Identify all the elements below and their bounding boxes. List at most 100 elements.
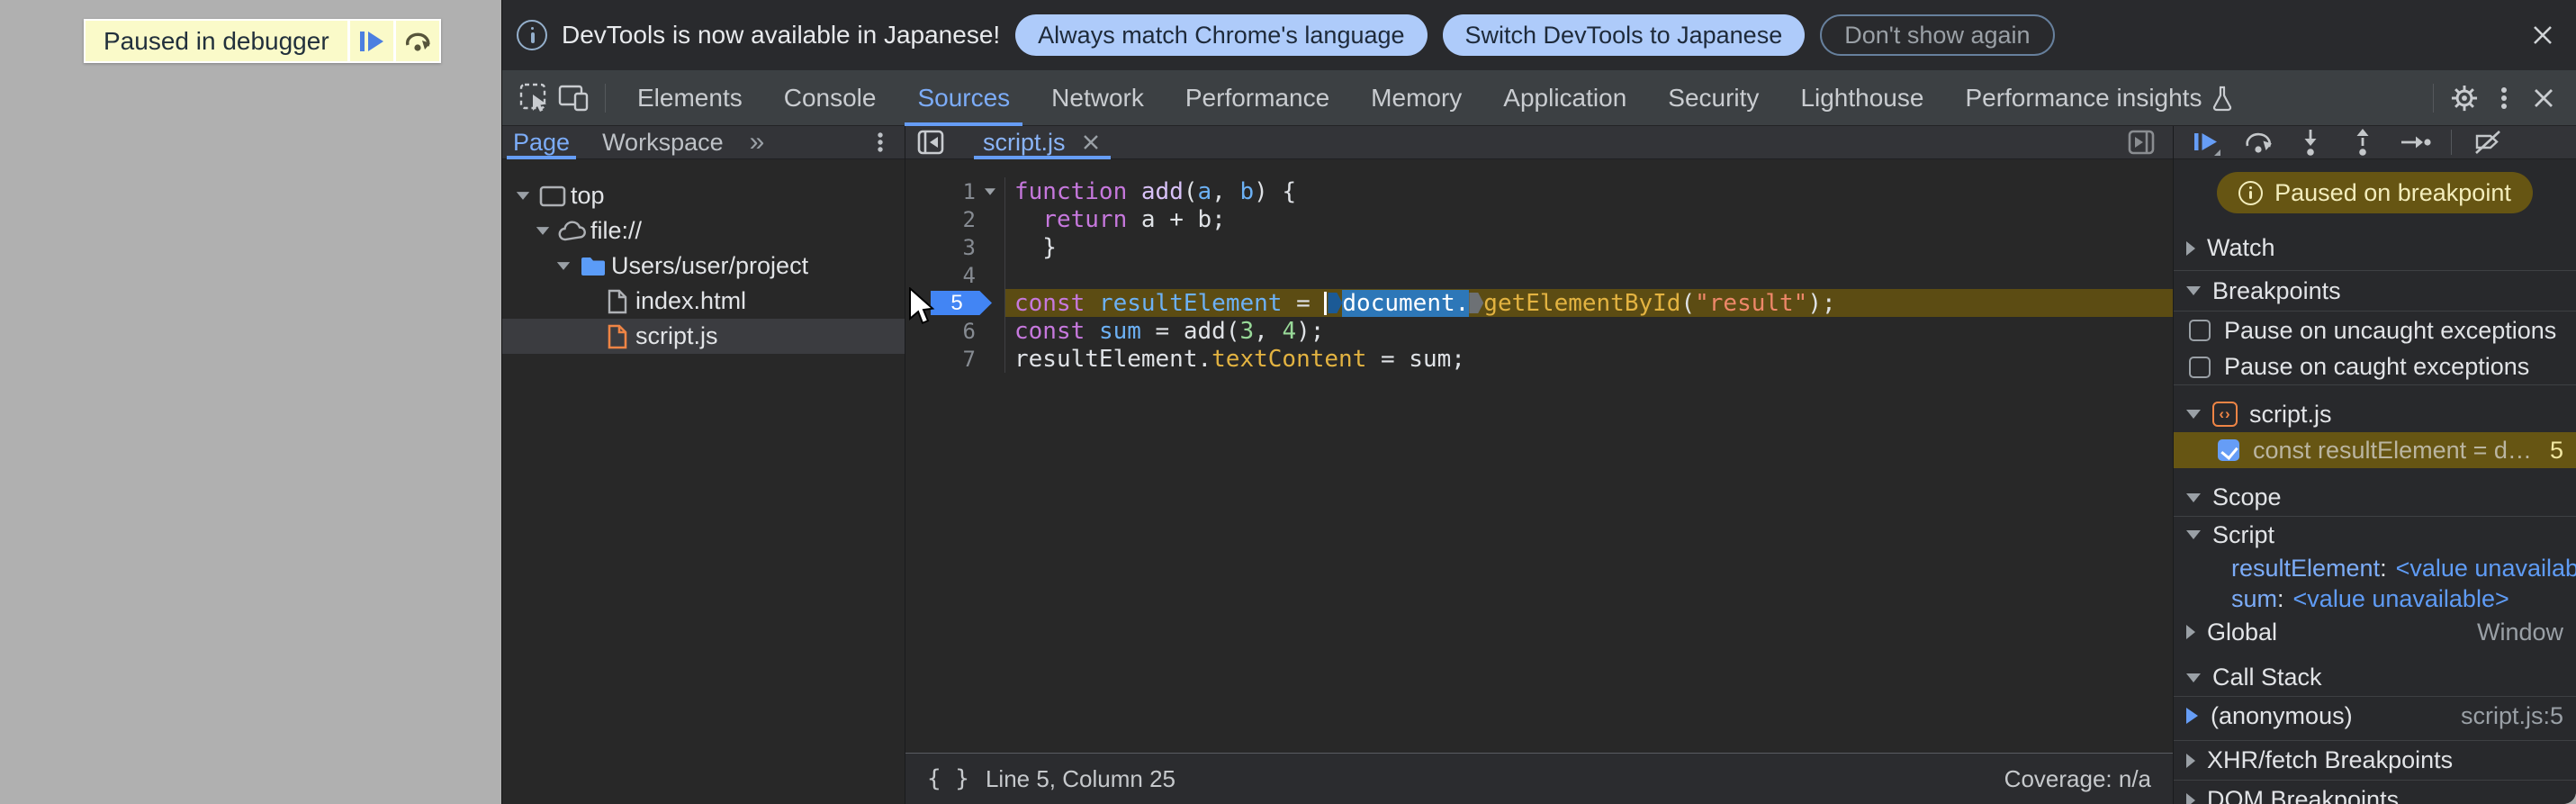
- navigator-more-options-button[interactable]: [869, 128, 892, 157]
- line-number[interactable]: 2: [905, 207, 976, 232]
- step-into-icon[interactable]: [2294, 127, 2327, 158]
- code-line-2[interactable]: 2 return a + b;: [905, 205, 2173, 233]
- tab-security[interactable]: Security: [1647, 70, 1779, 126]
- checkbox-row-pause-on-uncaught-exceptions[interactable]: Pause on uncaught exceptions: [2174, 312, 2576, 349]
- inspect-element-button[interactable]: [515, 78, 554, 118]
- scope-variable-sum[interactable]: sum: <value unavailable>: [2174, 583, 2576, 614]
- line-number[interactable]: 1: [905, 179, 976, 204]
- step-over-button[interactable]: [395, 21, 439, 61]
- scope-group-global[interactable]: Global Window: [2174, 614, 2576, 650]
- match-chrome-language-button[interactable]: Always match Chrome's language: [1015, 14, 1428, 56]
- step-over-icon[interactable]: [2242, 127, 2274, 158]
- infobar-close-button[interactable]: [2526, 18, 2560, 52]
- collapse-arrow-icon[interactable]: [2186, 286, 2201, 295]
- section-scope[interactable]: Scope: [2174, 479, 2576, 517]
- tab-performance[interactable]: Performance: [1165, 70, 1350, 126]
- expand-arrow-icon[interactable]: [531, 226, 554, 236]
- code-line-content[interactable]: }: [1004, 233, 2173, 261]
- collapse-arrow-icon[interactable]: [2186, 492, 2201, 502]
- tab-lighthouse[interactable]: Lighthouse: [1779, 70, 1944, 126]
- tab-sources[interactable]: Sources: [896, 70, 1031, 126]
- expand-arrow-icon[interactable]: [511, 191, 535, 201]
- breakpoint-group-scriptjs[interactable]: ‹› script.js: [2174, 396, 2576, 432]
- device-toolbar-button[interactable]: [554, 78, 594, 118]
- code-line-content[interactable]: return a + b;: [1004, 205, 2173, 233]
- tab-console[interactable]: Console: [763, 70, 897, 126]
- tab-network[interactable]: Network: [1031, 70, 1165, 126]
- expand-arrow-icon[interactable]: [2186, 240, 2195, 256]
- more-tabs-chevron-icon[interactable]: »: [750, 127, 765, 158]
- scope-group-script[interactable]: Script: [2174, 517, 2576, 553]
- fold-arrow-icon[interactable]: [976, 187, 1004, 196]
- tab-application[interactable]: Application: [1482, 70, 1647, 126]
- code-line-content[interactable]: [1004, 261, 2173, 289]
- checkbox-row-pause-on-caught-exceptions[interactable]: Pause on caught exceptions: [2174, 349, 2576, 385]
- section-title: XHR/fetch Breakpoints: [2207, 746, 2454, 773]
- expand-arrow-icon[interactable]: [552, 261, 575, 271]
- collapse-arrow-icon[interactable]: [2186, 673, 2201, 682]
- tab-memory[interactable]: Memory: [1350, 70, 1482, 126]
- continue-to-here-marker[interactable]: [1469, 293, 1484, 313]
- step-over-icon: [404, 29, 431, 54]
- breakpoint-entry[interactable]: const resultElement = doc⋯ 5: [2174, 432, 2576, 468]
- settings-button[interactable]: [2445, 78, 2484, 118]
- tree-item-users-user-project[interactable]: Users/user/project: [502, 248, 905, 284]
- hide-debugger-sidebar-button[interactable]: [2126, 127, 2157, 158]
- collapse-arrow-icon[interactable]: [2186, 410, 2201, 419]
- more-options-button[interactable]: [2484, 78, 2524, 118]
- line-number[interactable]: 7: [905, 347, 976, 372]
- checkbox[interactable]: [2189, 320, 2211, 341]
- tree-item-script-js[interactable]: script.js: [502, 319, 905, 354]
- info-icon: [2238, 180, 2264, 205]
- expand-arrow-icon[interactable]: [2186, 753, 2195, 768]
- deactivate-breakpoints-icon[interactable]: [2472, 127, 2504, 158]
- code-editor[interactable]: 1 function add(a, b) {2 return a + b; 3 } 4…: [905, 159, 2173, 753]
- code-line-6[interactable]: 6 const sum = add(3, 4);: [905, 317, 2173, 345]
- section-xhr-fetch-breakpoints[interactable]: XHR/fetch Breakpoints: [2174, 740, 2576, 780]
- step-out-icon[interactable]: [2346, 127, 2379, 158]
- section-call-stack[interactable]: Call Stack: [2174, 659, 2576, 697]
- code-line-4[interactable]: 4: [905, 261, 2173, 289]
- tab-elements[interactable]: Elements: [617, 70, 763, 126]
- format-braces-icon[interactable]: { }: [927, 765, 969, 792]
- code-line-3[interactable]: 3 }: [905, 233, 2173, 261]
- devtools-window: DevTools is now available in Japanese! A…: [501, 0, 2576, 804]
- expand-arrow-icon[interactable]: [2186, 625, 2195, 639]
- scope-variable-resultelement[interactable]: resultElement:<value unavailable>: [2174, 553, 2576, 583]
- tab-performance-insights[interactable]: Performance insights: [1944, 70, 2255, 126]
- code-line-content[interactable]: const resultElement = document. getElemen…: [1004, 289, 2173, 317]
- tree-item-top[interactable]: top: [502, 178, 905, 213]
- code-line-content[interactable]: const sum = add(3, 4);: [1004, 317, 2173, 345]
- close-devtools-button[interactable]: [2524, 78, 2563, 118]
- call-stack-frame[interactable]: (anonymous) script.js:5: [2174, 697, 2576, 735]
- continue-to-here-marker[interactable]: [1328, 293, 1343, 313]
- dont-show-again-button[interactable]: Don't show again: [1820, 14, 2055, 56]
- tree-item-index-html[interactable]: index.html: [502, 284, 905, 319]
- switch-devtools-japanese-button[interactable]: Switch DevTools to Japanese: [1442, 14, 1806, 56]
- line-number[interactable]: 3: [905, 235, 976, 260]
- resume-script-button[interactable]: [2190, 127, 2222, 158]
- section-breakpoints[interactable]: Breakpoints: [2174, 271, 2576, 312]
- expand-arrow-icon[interactable]: [2186, 792, 2195, 804]
- code-line-content[interactable]: function add(a, b) {: [1004, 177, 2173, 205]
- tab-page[interactable]: Page: [505, 126, 578, 159]
- collapse-arrow-icon[interactable]: [2186, 530, 2201, 539]
- section-dom-breakpoints[interactable]: DOM Breakpoints: [2174, 780, 2576, 804]
- section-watch[interactable]: Watch: [2174, 226, 2576, 271]
- breakpoint-checkbox[interactable]: [2218, 439, 2239, 461]
- tree-item-file-[interactable]: file://: [502, 213, 905, 248]
- checkbox[interactable]: [2189, 356, 2211, 378]
- editor-tab-scriptjs[interactable]: script.js: [974, 126, 1111, 159]
- code-line-content[interactable]: resultElement. textContent = sum;: [1004, 345, 2173, 373]
- tab-workspace[interactable]: Workspace: [594, 126, 732, 159]
- code-line-7[interactable]: 7 resultElement. textContent = sum;: [905, 345, 2173, 373]
- resume-script-button[interactable]: [349, 21, 393, 61]
- code-line-5[interactable]: 5 const resultElement = document. getEleme…: [905, 289, 2173, 317]
- line-number[interactable]: 4: [905, 263, 976, 288]
- hide-navigator-button[interactable]: [911, 122, 950, 162]
- close-tab-icon[interactable]: [1080, 131, 1102, 153]
- section-title: Scope: [2212, 483, 2282, 510]
- breakpoint-badge[interactable]: 5: [931, 291, 992, 315]
- code-line-1[interactable]: 1 function add(a, b) {: [905, 177, 2173, 205]
- step-icon[interactable]: [2399, 127, 2431, 158]
